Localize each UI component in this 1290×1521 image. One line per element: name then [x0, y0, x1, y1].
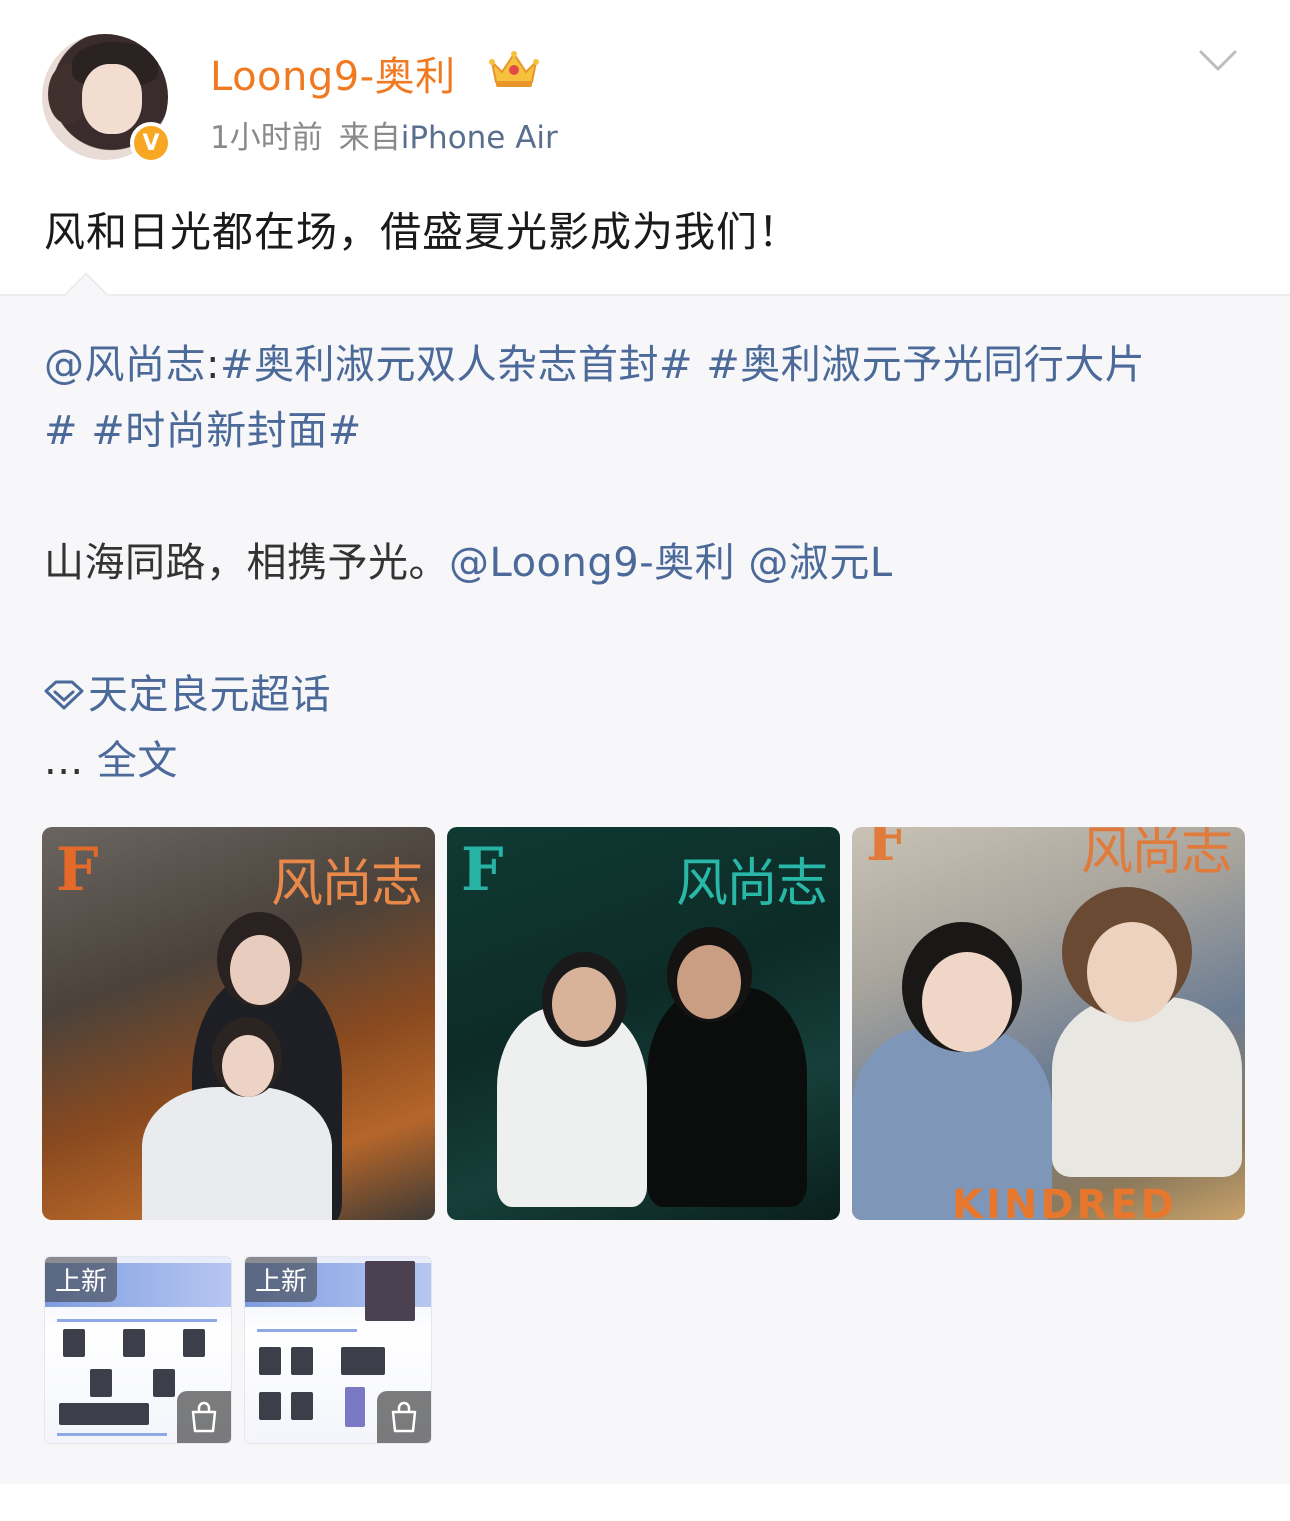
product-thumb [291, 1347, 313, 1375]
product-thumb [341, 1347, 385, 1375]
magazine-masthead: 风尚志 [270, 854, 423, 914]
image-thumbnail[interactable]: F 风尚志 [42, 827, 435, 1220]
source-device: iPhone Air [400, 120, 558, 156]
supertopic-label[interactable]: 天定良元超话 [88, 672, 331, 718]
product-thumb [291, 1392, 313, 1420]
topic-links-1[interactable]: #奥利淑元双人杂志首封# #奥利淑元予光同行大片 [220, 342, 1145, 388]
image-thumbnail[interactable]: F 风尚志 [447, 827, 840, 1220]
product-thumb [153, 1369, 175, 1397]
full-text-row: ... 全文 [44, 728, 1244, 794]
product-divider [57, 1433, 167, 1436]
product-thumb [90, 1369, 112, 1397]
shopping-bag-icon [191, 1401, 217, 1433]
figure-face [677, 945, 741, 1019]
product-thumb [345, 1387, 365, 1427]
figure-face [222, 1035, 274, 1097]
product-divider [57, 1319, 217, 1322]
figure-face [922, 952, 1012, 1052]
username[interactable]: Loong9-奥利 [210, 44, 456, 102]
figure-face [1087, 922, 1177, 1022]
product-thumb [365, 1261, 415, 1321]
magazine-letter: F [461, 835, 504, 905]
figure-face [552, 967, 616, 1041]
magazine-caption: KINDRED [952, 1182, 1177, 1220]
magazine-masthead: 风尚志 [1080, 827, 1233, 882]
product-thumb [259, 1392, 281, 1420]
product-thumb [63, 1329, 85, 1357]
magazine-letter: F [866, 827, 909, 875]
image-grid: F 风尚志 F 风尚志 F 风尚志 KINDRED [42, 827, 1248, 1220]
shopping-bag-icon[interactable] [377, 1391, 431, 1443]
product-thumb [123, 1329, 145, 1357]
repost-body-text: 山海同路，相携予光。 [44, 540, 449, 586]
crown-badge-icon[interactable] [486, 48, 542, 90]
mention-other[interactable]: @淑元L [748, 540, 892, 586]
product-thumb [59, 1403, 149, 1425]
product-card[interactable]: 上新 [44, 1256, 232, 1444]
image-thumbnail[interactable]: F 风尚志 KINDRED [852, 827, 1245, 1220]
new-tag: 上新 [45, 1257, 118, 1302]
post-text: 风和日光都在场，借盛夏光影成为我们！ [44, 208, 800, 256]
post-time: 1小时前 [210, 120, 323, 156]
product-thumb [183, 1329, 205, 1357]
supertopic-diamond-icon [44, 680, 84, 710]
figure-shape [1052, 997, 1242, 1177]
repost-line-3: 山海同路，相携予光。@Loong9-奥利 @淑元L [44, 530, 1244, 596]
product-thumb [259, 1347, 281, 1375]
shopping-bag-icon[interactable] [177, 1391, 231, 1443]
repost-colon: : [206, 342, 220, 388]
repost-line-2: # #时尚新封面# [44, 398, 1244, 464]
supertopic-link[interactable]: 天定良元超话 [44, 662, 1244, 728]
avatar-detail [82, 64, 142, 134]
post-header: V Loong9-奥利 1小时前 来自iPhone Air [0, 0, 1290, 180]
chevron-down-icon[interactable] [1198, 48, 1238, 74]
product-divider [257, 1329, 357, 1332]
product-row: 上新 上新 [44, 1256, 464, 1446]
post-meta: 1小时前 来自iPhone Air [210, 112, 558, 157]
topic-links-2[interactable]: # #时尚新封面# [44, 408, 362, 454]
repost-card[interactable]: @风尚志:#奥利淑元双人杂志首封# #奥利淑元予光同行大片 # #时尚新封面# … [0, 272, 1290, 1484]
repost-notch [63, 272, 109, 318]
magazine-masthead: 风尚志 [675, 854, 828, 914]
magazine-letter: F [56, 835, 99, 905]
shopping-bag-icon [391, 1401, 417, 1433]
new-tag: 上新 [245, 1257, 318, 1302]
mention-author[interactable]: @Loong9-奥利 [449, 540, 735, 586]
full-text-link[interactable]: 全文 [97, 738, 178, 784]
ellipsis: ... [44, 738, 84, 784]
source-prefix: 来自 [338, 120, 401, 156]
figure-shape [142, 1087, 332, 1220]
mention-fengshangzhi[interactable]: @风尚志 [44, 342, 206, 388]
figure-face [230, 935, 290, 1005]
bottom-area [0, 1484, 1290, 1521]
figure-shape [647, 987, 807, 1207]
product-card[interactable]: 上新 [244, 1256, 432, 1444]
repost-body: @风尚志:#奥利淑元双人杂志首封# #奥利淑元予光同行大片 # #时尚新封面# … [44, 332, 1244, 794]
repost-line-1: @风尚志:#奥利淑元双人杂志首封# #奥利淑元予光同行大片 [44, 332, 1244, 398]
verified-v-icon: V [130, 122, 172, 164]
